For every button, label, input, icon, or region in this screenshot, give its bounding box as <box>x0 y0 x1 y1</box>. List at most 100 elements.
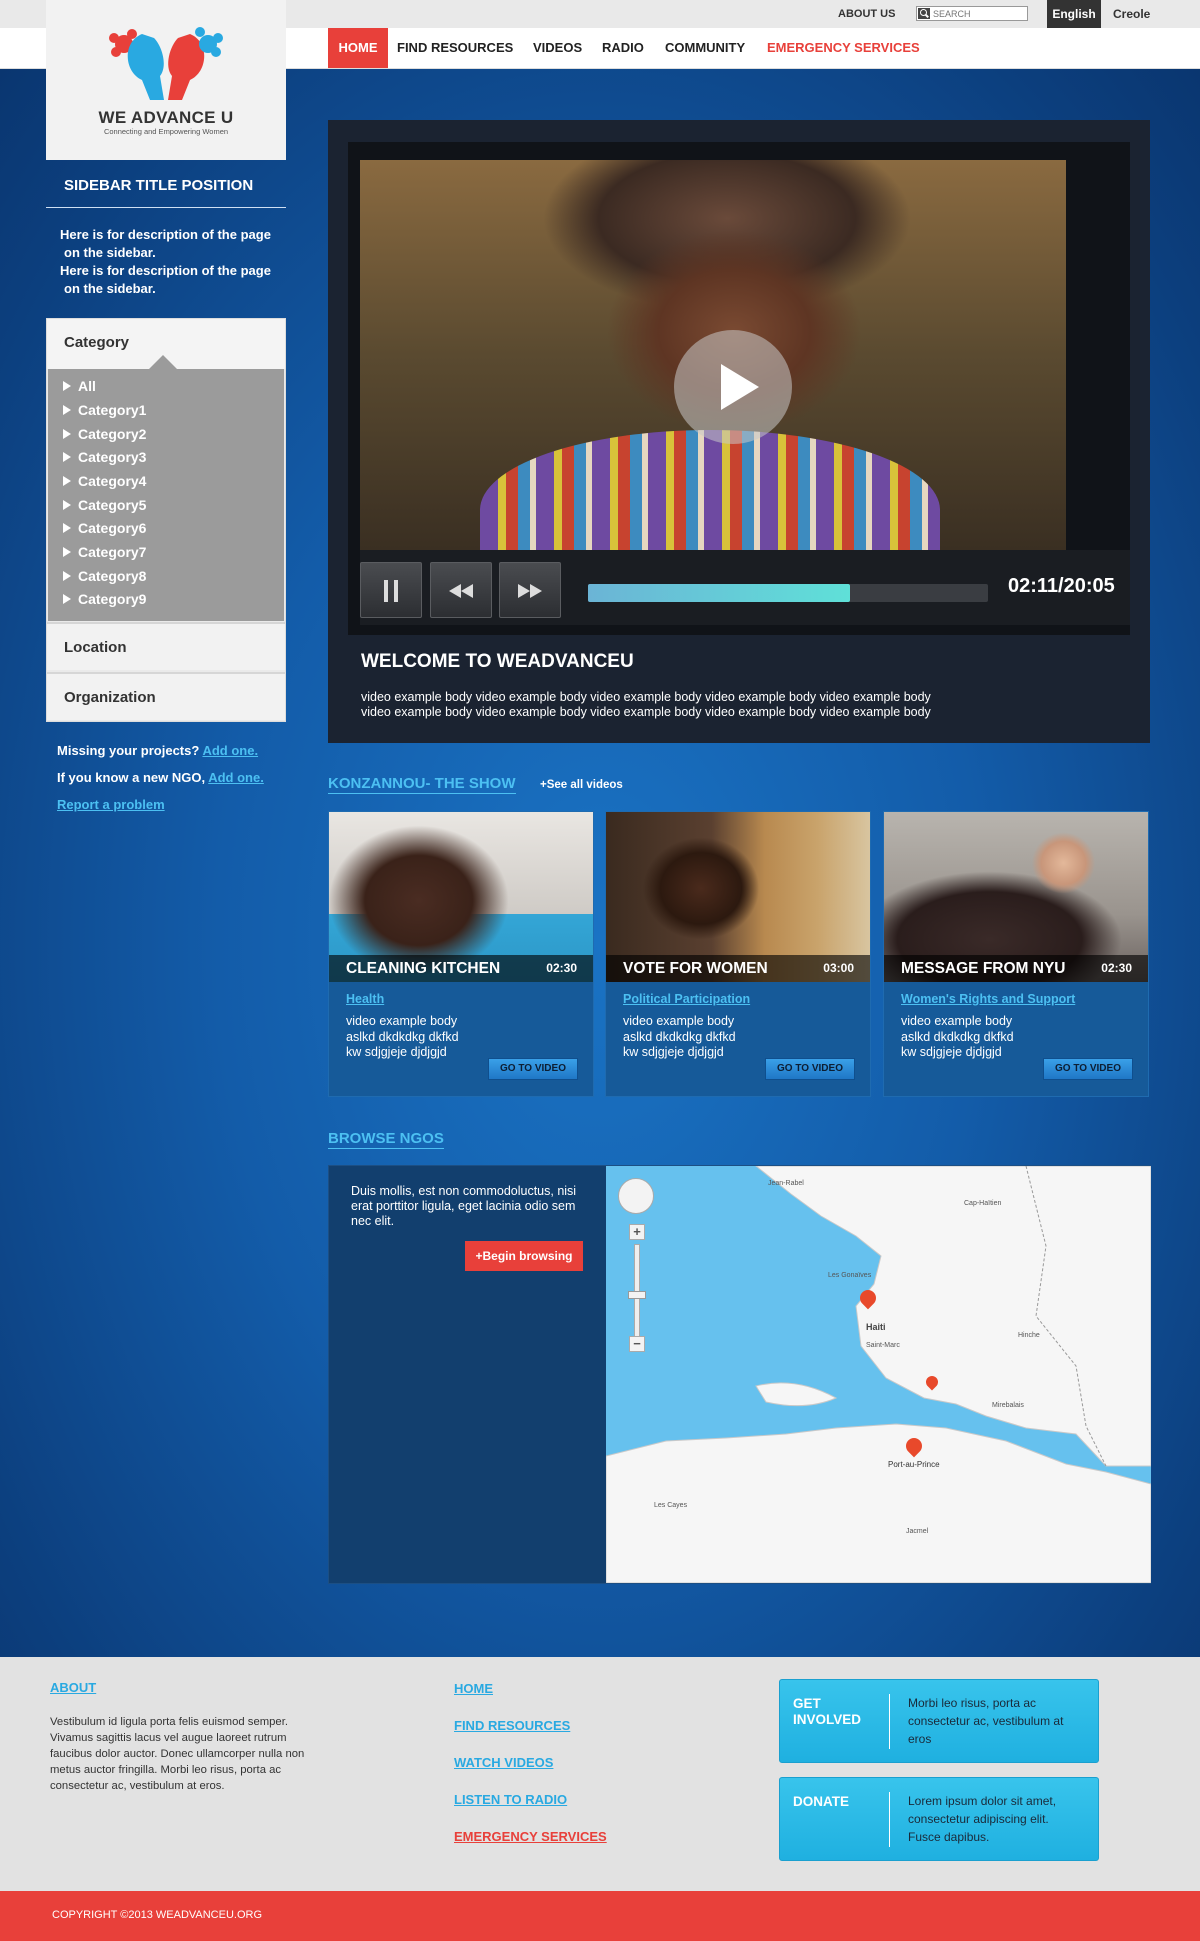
rewind-button[interactable] <box>430 562 492 618</box>
go-to-video-button[interactable]: GO TO VIDEO <box>488 1058 578 1080</box>
category-item[interactable]: Category8 <box>63 568 146 588</box>
go-to-video-button[interactable]: GO TO VIDEO <box>1043 1058 1133 1080</box>
category-item-label: Category3 <box>78 449 147 465</box>
begin-browsing-button[interactable]: +Begin browsing <box>465 1241 583 1271</box>
show-section-title[interactable]: KONZANNOU- THE SHOW <box>328 775 516 794</box>
category-item[interactable]: Category2 <box>63 426 146 446</box>
video-title: MESSAGE FROM NYU <box>901 960 1066 977</box>
zoom-in-button[interactable]: + <box>629 1224 645 1240</box>
video-duration: 02:30 <box>546 961 577 975</box>
browse-description: Duis mollis, est non commodoluctus, nisi… <box>351 1184 577 1228</box>
search-box[interactable] <box>916 6 1028 21</box>
zoom-out-button[interactable]: − <box>629 1336 645 1352</box>
play-icon[interactable] <box>674 330 792 444</box>
category-item[interactable]: Category5 <box>63 497 146 517</box>
report-problem-link[interactable]: Report a problem <box>57 797 165 812</box>
fast-forward-button[interactable] <box>499 562 561 618</box>
video-desc-line: video example body <box>901 1014 1013 1028</box>
sidebar-desc-line: on the sidebar. <box>64 281 156 296</box>
category-item[interactable]: Category7 <box>63 544 146 564</box>
fast-forward-icon <box>518 577 542 602</box>
video-card[interactable]: CLEANING KITCHEN 02:30 Health video exam… <box>328 811 594 1097</box>
footer-link-watch-videos[interactable]: WATCH VIDEOS <box>454 1755 553 1770</box>
video-progress-fill <box>588 584 850 602</box>
sidebar-desc-line: Here is for description of the page <box>60 263 271 278</box>
video-title: VOTE FOR WOMEN <box>623 960 768 977</box>
new-ngo-text: If you know a new NGO, <box>57 770 206 785</box>
category-item-label: Category4 <box>78 473 147 489</box>
video-card[interactable]: MESSAGE FROM NYU 02:30 Women's Rights an… <box>883 811 1149 1097</box>
pause-button[interactable] <box>360 562 422 618</box>
location-label: Location <box>64 639 127 656</box>
sidebar-description: Here is for description of the page on t… <box>60 226 290 298</box>
player-controls: 02:11/20:05 <box>360 550 1130 625</box>
video-player: 02:11/20:05 <box>348 142 1130 635</box>
triangle-right-icon <box>63 594 71 604</box>
report-row: Report a problem <box>57 797 165 812</box>
logo[interactable]: WE ADVANCE U Connecting and Empowering W… <box>46 0 286 160</box>
category-item[interactable]: Category9 <box>63 591 146 611</box>
footer-link-emergency[interactable]: EMERGENCY SERVICES <box>454 1829 607 1844</box>
video-progress-bar[interactable] <box>588 584 988 602</box>
search-input[interactable] <box>933 7 1025 20</box>
go-to-video-button[interactable]: GO TO VIDEO <box>765 1058 855 1080</box>
triangle-right-icon <box>63 571 71 581</box>
video-duration: 02:30 <box>1101 961 1132 975</box>
category-item[interactable]: Category1 <box>63 402 146 422</box>
welcome-body-line: video example body video example body vi… <box>361 690 931 704</box>
nav-radio[interactable]: RADIO <box>602 28 644 68</box>
video-desc-line: aslkd dkdkdkg dkfkd <box>901 1029 1014 1044</box>
welcome-title: WELCOME TO WEADVANCEU <box>361 651 634 672</box>
triangle-right-icon <box>63 500 71 510</box>
category-item-label: Category5 <box>78 497 147 513</box>
about-us-link[interactable]: ABOUT US <box>838 8 895 20</box>
map-pan-control[interactable] <box>618 1178 654 1214</box>
map-label: Saint-Marc <box>866 1342 900 1349</box>
see-all-videos-link[interactable]: +See all videos <box>540 779 623 791</box>
lang-creole-button[interactable]: Creole <box>1113 0 1150 28</box>
video-category-link[interactable]: Health <box>346 992 384 1006</box>
donate-title: DONATE <box>793 1794 849 1809</box>
location-section[interactable]: Location <box>47 622 285 670</box>
video-still-dress <box>480 430 940 550</box>
add-ngo-link[interactable]: Add one. <box>208 770 264 785</box>
welcome-body-line: video example body video example body vi… <box>361 705 931 719</box>
video-category-link[interactable]: Political Participation <box>623 992 750 1006</box>
video-category-link[interactable]: Women's Rights and Support <box>901 992 1075 1006</box>
footer-link-home[interactable]: HOME <box>454 1681 493 1696</box>
category-item-label: Category1 <box>78 402 147 418</box>
video-desc-line: aslkd dkdkdkg dkfkd <box>346 1029 459 1044</box>
category-item[interactable]: Category3 <box>63 449 146 469</box>
featured-video-panel: 02:11/20:05 WELCOME TO WEADVANCEU video … <box>328 120 1150 743</box>
video-desc-line: kw sdjgjeje djdjgjd <box>623 1045 724 1059</box>
nav-home[interactable]: HOME <box>328 28 388 68</box>
category-item[interactable]: All <box>63 378 96 398</box>
browse-ngos-title[interactable]: BROWSE NGOS <box>328 1130 444 1149</box>
footer-about-title[interactable]: ABOUT <box>50 1680 96 1695</box>
ngo-map[interactable]: + − Haiti Port-au-Prince Cap-Haïtien Hin… <box>606 1166 1151 1583</box>
video-card[interactable]: VOTE FOR WOMEN 03:00 Political Participa… <box>605 811 871 1097</box>
video-frame[interactable] <box>360 160 1066 550</box>
footer-link-find-resources[interactable]: FIND RESOURCES <box>454 1718 570 1733</box>
organization-section[interactable]: Organization <box>47 672 285 720</box>
missing-projects-text: Missing your projects? <box>57 743 200 758</box>
category-item[interactable]: Category6 <box>63 520 146 540</box>
nav-emergency-services[interactable]: EMERGENCY SERVICES <box>767 28 920 68</box>
category-notch <box>149 355 177 369</box>
category-item[interactable]: Category4 <box>63 473 146 493</box>
add-project-link[interactable]: Add one. <box>202 743 258 758</box>
triangle-right-icon <box>63 429 71 439</box>
donate-button[interactable]: DONATE Lorem ipsum dolor sit amet, conse… <box>779 1777 1099 1861</box>
triangle-right-icon <box>63 405 71 415</box>
footer-link-listen-radio[interactable]: LISTEN TO RADIO <box>454 1792 567 1807</box>
zoom-slider-handle[interactable] <box>628 1291 646 1299</box>
new-ngo-row: If you know a new NGO, Add one. <box>57 770 264 785</box>
lang-english-button[interactable]: English <box>1047 0 1101 28</box>
get-involved-button[interactable]: GET INVOLVED Morbi leo risus, porta ac c… <box>779 1679 1099 1763</box>
nav-find-resources[interactable]: FIND RESOURCES <box>397 28 513 68</box>
category-label: Category <box>64 334 130 351</box>
nav-videos[interactable]: VIDEOS <box>533 28 582 68</box>
nav-community[interactable]: COMMUNITY <box>665 28 745 68</box>
triangle-right-icon <box>63 381 71 391</box>
copyright-text: COPYRIGHT ©2013 WEADVANCEU.ORG <box>52 1909 263 1921</box>
